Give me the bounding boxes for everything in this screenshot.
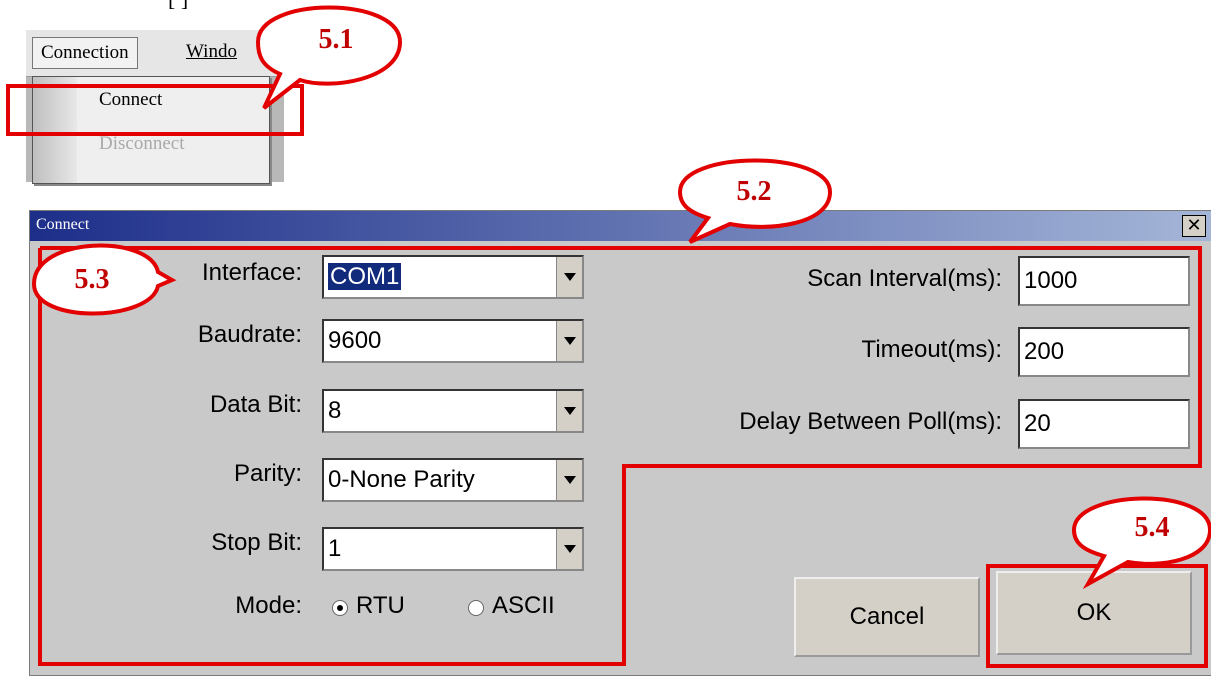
callout-label-5-2: 5.2	[736, 176, 772, 207]
annotation-outline-5-2	[38, 246, 1202, 666]
annotation-overlay	[31, 5, 1211, 668]
callout-label-5-4: 5.4	[1134, 512, 1170, 543]
callout-label-5-1: 5.1	[318, 24, 354, 55]
callout-bubble-5-1	[255, 5, 403, 110]
callout-label-5-3: 5.3	[74, 264, 110, 295]
